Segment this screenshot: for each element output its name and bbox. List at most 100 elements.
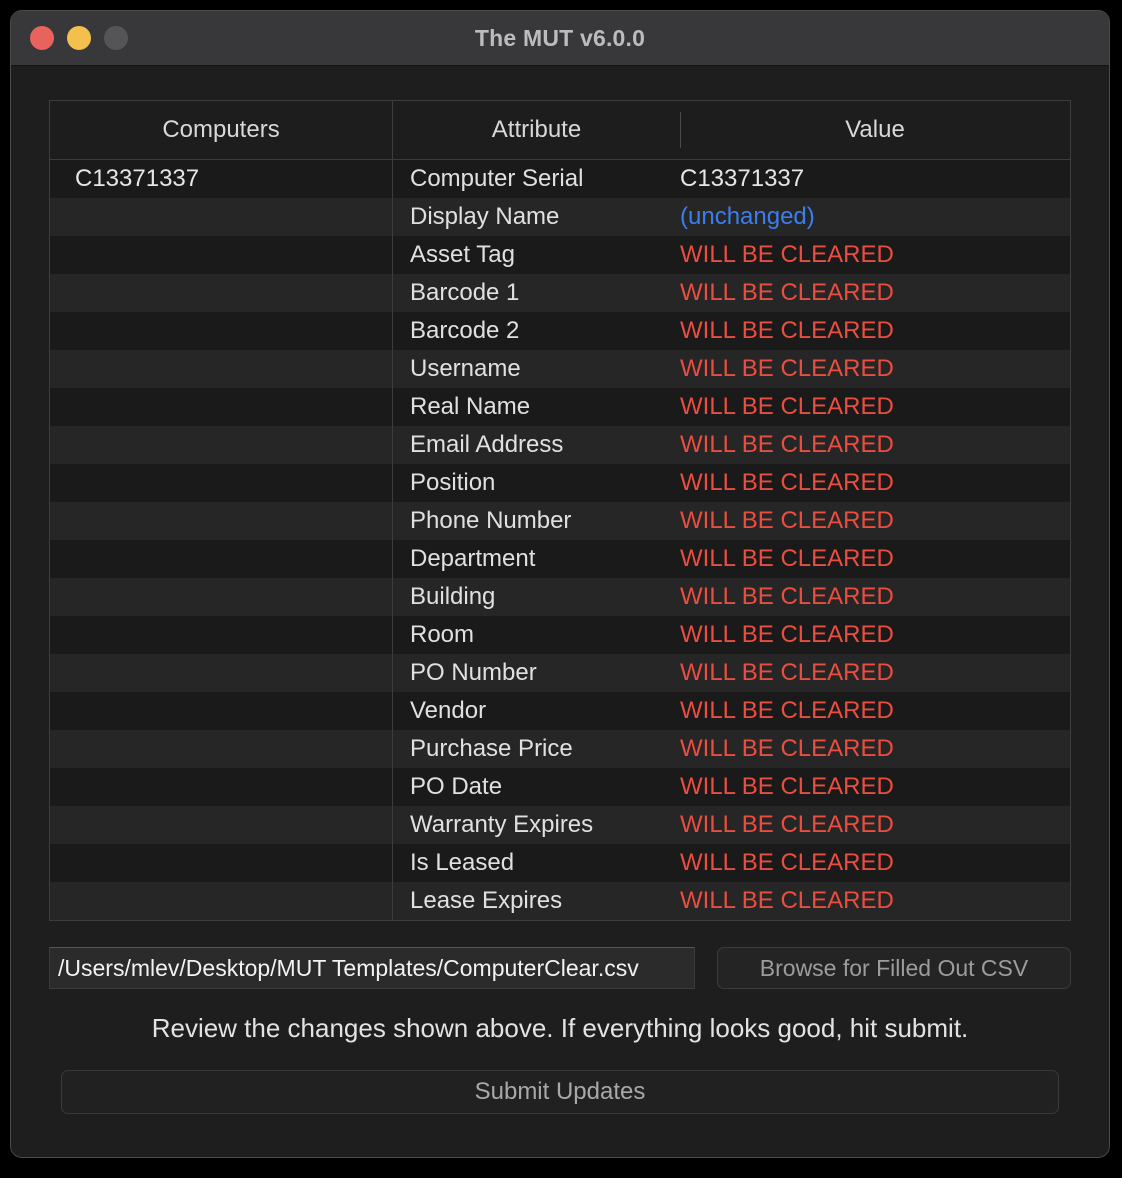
cell-attribute: Position xyxy=(410,469,496,496)
column-header-value: Value xyxy=(680,101,1070,159)
table-header-row: Computers Attribute Value xyxy=(50,101,1070,160)
cell-value: WILL BE CLEARED xyxy=(680,735,894,762)
cell-attribute: Phone Number xyxy=(410,507,572,534)
cell-value: WILL BE CLEARED xyxy=(680,317,894,344)
cell-value: WILL BE CLEARED xyxy=(680,393,894,420)
cell-attribute: Vendor xyxy=(410,697,487,724)
zoom-button[interactable] xyxy=(104,26,128,50)
table-row[interactable]: Phone Number WILL BE CLEARED xyxy=(50,502,1070,540)
cell-computer xyxy=(50,274,393,312)
cell-attribute: Department xyxy=(410,545,536,572)
cell-value: WILL BE CLEARED xyxy=(680,279,894,306)
close-button[interactable] xyxy=(30,26,54,50)
window-title: The MUT v6.0.0 xyxy=(474,24,646,51)
cell-attribute: Asset Tag xyxy=(410,241,515,268)
cell-computer xyxy=(50,768,393,806)
cell-value: WILL BE CLEARED xyxy=(680,507,894,534)
table-row[interactable]: Is Leased WILL BE CLEARED xyxy=(50,844,1070,882)
cell-attribute: Display Name xyxy=(410,203,560,230)
table-row[interactable]: Position WILL BE CLEARED xyxy=(50,464,1070,502)
table-row[interactable]: Warranty Expires WILL BE CLEARED xyxy=(50,806,1070,844)
cell-computer xyxy=(50,236,393,274)
cell-value: WILL BE CLEARED xyxy=(680,697,894,724)
cell-computer xyxy=(50,844,393,882)
cell-value: WILL BE CLEARED xyxy=(680,545,894,572)
cell-attribute: Lease Expires xyxy=(410,887,563,914)
cell-computer xyxy=(50,198,393,236)
cell-computer xyxy=(50,654,393,692)
table-row[interactable]: Building WILL BE CLEARED xyxy=(50,578,1070,616)
cell-computer xyxy=(50,350,393,388)
cell-computer xyxy=(50,502,393,540)
cell-value: WILL BE CLEARED xyxy=(680,887,894,914)
app-window: The MUT v6.0.0 Computers Attribute Value… xyxy=(10,10,1110,1158)
cell-computer xyxy=(50,578,393,616)
table-row[interactable]: Email Address WILL BE CLEARED xyxy=(50,426,1070,464)
cell-computer xyxy=(50,426,393,464)
browse-csv-button[interactable]: Browse for Filled Out CSV xyxy=(717,947,1071,989)
cell-attribute: PO Date xyxy=(410,773,503,800)
cell-computer: C13371337 xyxy=(50,160,393,198)
cell-attribute: Real Name xyxy=(410,393,531,420)
cell-attribute: Username xyxy=(410,355,521,382)
traffic-lights xyxy=(30,26,128,50)
cell-value: WILL BE CLEARED xyxy=(680,241,894,268)
cell-attribute: Barcode 1 xyxy=(410,279,520,306)
minimize-button[interactable] xyxy=(67,26,91,50)
cell-attribute: Room xyxy=(410,621,475,648)
cell-attribute: Computer Serial xyxy=(410,165,584,192)
cell-attribute: Warranty Expires xyxy=(410,811,594,838)
submit-row: Submit Updates xyxy=(49,1070,1071,1114)
table-row[interactable]: Vendor WILL BE CLEARED xyxy=(50,692,1070,730)
cell-attribute: Email Address xyxy=(410,431,564,458)
column-header-attribute: Attribute xyxy=(491,116,582,143)
table-row[interactable]: Purchase Price WILL BE CLEARED xyxy=(50,730,1070,768)
table-body: C13371337 Computer Serial C13371337 Display… xyxy=(50,160,1070,920)
cell-value: WILL BE CLEARED xyxy=(680,659,894,686)
table-row[interactable]: Barcode 2 WILL BE CLEARED xyxy=(50,312,1070,350)
submit-updates-button[interactable]: Submit Updates xyxy=(61,1070,1059,1114)
title-bar: The MUT v6.0.0 xyxy=(11,11,1109,66)
cell-computer xyxy=(50,540,393,578)
cell-computer xyxy=(50,464,393,502)
changes-table: Computers Attribute Value C13371337 Compu… xyxy=(49,100,1071,921)
table-row[interactable]: Username WILL BE CLEARED xyxy=(50,350,1070,388)
table-row[interactable]: Barcode 1 WILL BE CLEARED xyxy=(50,274,1070,312)
table-row[interactable]: Display Name (unchanged) xyxy=(50,198,1070,236)
table-row[interactable]: Room WILL BE CLEARED xyxy=(50,616,1070,654)
cell-computer xyxy=(50,388,393,426)
cell-value: (unchanged) xyxy=(680,203,815,230)
table-row[interactable]: Lease Expires WILL BE CLEARED xyxy=(50,882,1070,920)
cell-computer xyxy=(50,692,393,730)
cell-value: WILL BE CLEARED xyxy=(680,469,894,496)
cell-value: WILL BE CLEARED xyxy=(680,773,894,800)
table-row[interactable]: Real Name WILL BE CLEARED xyxy=(50,388,1070,426)
table-row[interactable]: PO Number WILL BE CLEARED xyxy=(50,654,1070,692)
cell-computer xyxy=(50,730,393,768)
cell-attribute: Purchase Price xyxy=(410,735,573,762)
cell-value: WILL BE CLEARED xyxy=(680,849,894,876)
table-row[interactable]: C13371337 Computer Serial C13371337 xyxy=(50,160,1070,198)
cell-computer xyxy=(50,882,393,920)
file-selection-row: Browse for Filled Out CSV xyxy=(49,947,1071,989)
cell-computer xyxy=(50,312,393,350)
column-header-computers: Computers xyxy=(50,101,393,159)
cell-computer xyxy=(50,616,393,654)
cell-value: WILL BE CLEARED xyxy=(680,431,894,458)
cell-computer xyxy=(50,806,393,844)
table-row[interactable]: Department WILL BE CLEARED xyxy=(50,540,1070,578)
csv-path-input[interactable] xyxy=(49,947,695,989)
cell-attribute: Is Leased xyxy=(410,849,515,876)
cell-attribute: PO Number xyxy=(410,659,537,686)
cell-value: WILL BE CLEARED xyxy=(680,811,894,838)
cell-value: WILL BE CLEARED xyxy=(680,355,894,382)
cell-value: C13371337 xyxy=(680,165,805,192)
table-row[interactable]: PO Date WILL BE CLEARED xyxy=(50,768,1070,806)
cell-value: WILL BE CLEARED xyxy=(680,621,894,648)
table-row[interactable]: Asset Tag WILL BE CLEARED xyxy=(50,236,1070,274)
instruction-text: Review the changes shown above. If every… xyxy=(151,1013,969,1043)
window-body: Computers Attribute Value C13371337 Compu… xyxy=(11,66,1109,1157)
cell-attribute: Barcode 2 xyxy=(410,317,520,344)
cell-attribute: Building xyxy=(410,583,496,610)
cell-value: WILL BE CLEARED xyxy=(680,583,894,610)
